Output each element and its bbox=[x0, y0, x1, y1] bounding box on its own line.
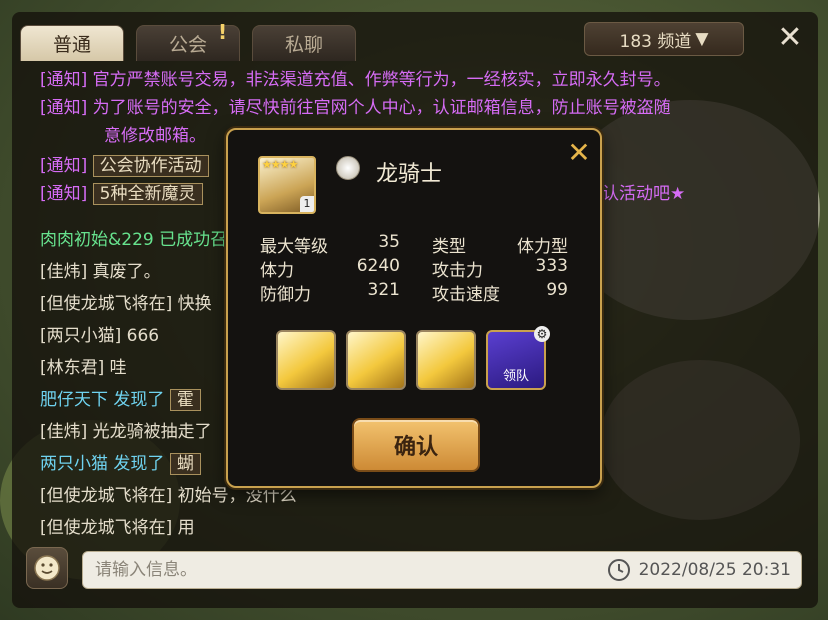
user-name[interactable]: [但使龙城飞将在] bbox=[40, 294, 172, 314]
user-name[interactable]: [但使龙城飞将在] bbox=[40, 486, 172, 506]
tab-general[interactable]: 普通 bbox=[20, 25, 124, 61]
confirm-button[interactable]: 确认 bbox=[352, 418, 480, 472]
user-name[interactable]: [佳炜] bbox=[40, 422, 87, 442]
list-item: 意修改邮箱。 bbox=[104, 126, 206, 146]
list-item: [通知] 为了账号的安全，请尽快前往官网个人中心，认证邮箱信息，防止账号被盗随 bbox=[40, 98, 671, 118]
channel-label: 183 频道 bbox=[619, 31, 692, 52]
user-name[interactable]: [但使龙城飞将在] bbox=[40, 518, 172, 538]
monster-name: 龙骑士 bbox=[376, 162, 443, 187]
stat-row: 最大等级 35 类型 体力型 bbox=[260, 232, 568, 257]
leader-skill-icon[interactable]: ⚙ 领队 bbox=[486, 326, 550, 390]
list-item: [两只小猫] 666 bbox=[40, 326, 160, 346]
chat-input[interactable] bbox=[83, 560, 607, 580]
list-item: [佳炜] 真废了。 bbox=[40, 262, 161, 282]
notice-tail: 认活动吧★ bbox=[602, 184, 686, 204]
list-item: [但使龙城飞将在] 用 bbox=[40, 518, 195, 538]
stat-row: 防御力 321 攻击速度 99 bbox=[260, 280, 568, 305]
list-item: 两只小猫 发现了 蝴 bbox=[40, 452, 201, 476]
tab-private[interactable]: 私聊 bbox=[252, 25, 356, 61]
chat-tabs: 普通 公会 私聊 bbox=[20, 25, 356, 61]
list-item: [林东君] 哇 bbox=[40, 358, 127, 378]
smiley-icon bbox=[34, 555, 60, 581]
list-item: [通知] 5种全新魔灵 bbox=[40, 182, 203, 206]
gear-icon: ⚙ bbox=[534, 326, 550, 342]
item-badge[interactable]: 蝴 bbox=[169, 453, 201, 475]
user-name[interactable]: [佳炜] bbox=[40, 262, 87, 282]
close-icon[interactable]: ✕ bbox=[566, 139, 592, 167]
timestamp: 2022/08/25 20:31 bbox=[638, 560, 791, 580]
monster-portrait: ★★★★ 1 bbox=[258, 156, 316, 214]
chevron-down-icon: ▼ bbox=[695, 29, 709, 49]
list-item: [佳炜] 光龙骑被抽走了 bbox=[40, 422, 212, 442]
notice-badge[interactable]: 5种全新魔灵 bbox=[92, 183, 203, 205]
list-item: 肥仔天下 发现了 霍 bbox=[40, 388, 201, 412]
user-name[interactable]: 肥仔天下 bbox=[40, 390, 108, 410]
list-item: [通知] 公会协作活动 bbox=[40, 154, 209, 178]
list-item: [通知] 官方严禁账号交易，非法渠道充值、作弊等行为，一经核实，立即永久封号。 bbox=[40, 70, 671, 90]
monster-info-dialog: ✕ ★★★★ 1 龙骑士 最大等级 35 类型 体力型 体力 6240 攻击力 … bbox=[226, 128, 602, 488]
user-name[interactable]: 两只小猫 bbox=[40, 454, 108, 474]
skill-1-icon[interactable] bbox=[276, 330, 336, 390]
skill-list: ⚙ 领队 bbox=[276, 326, 550, 390]
clock-icon bbox=[607, 559, 630, 581]
alert-icon: ! bbox=[218, 20, 228, 44]
list-item: 肉肉初始&229 已成功召 bbox=[40, 230, 228, 250]
element-icon bbox=[336, 156, 360, 180]
awaken-level-badge: 1 bbox=[300, 196, 314, 212]
chat-input-box: 2022/08/25 20:31 bbox=[82, 551, 802, 589]
user-name[interactable]: [两只小猫] bbox=[40, 326, 121, 346]
skill-3-icon[interactable] bbox=[416, 330, 476, 390]
close-icon[interactable]: ✕ bbox=[772, 20, 808, 56]
star-rating: ★★★★ bbox=[262, 158, 298, 171]
list-item: [但使龙城飞将在] 快换 bbox=[40, 294, 212, 314]
user-name[interactable]: [林东君] bbox=[40, 358, 104, 378]
stats-table: 最大等级 35 类型 体力型 体力 6240 攻击力 333 防御力 321 攻… bbox=[260, 232, 576, 305]
stat-row: 体力 6240 攻击力 333 bbox=[260, 256, 568, 281]
channel-selector[interactable]: 183 频道 ▼ bbox=[584, 22, 744, 56]
emoji-button[interactable] bbox=[26, 547, 68, 589]
item-badge[interactable]: 霍 bbox=[169, 389, 201, 411]
skill-2-icon[interactable] bbox=[346, 330, 406, 390]
notice-badge[interactable]: 公会协作活动 bbox=[92, 155, 209, 177]
